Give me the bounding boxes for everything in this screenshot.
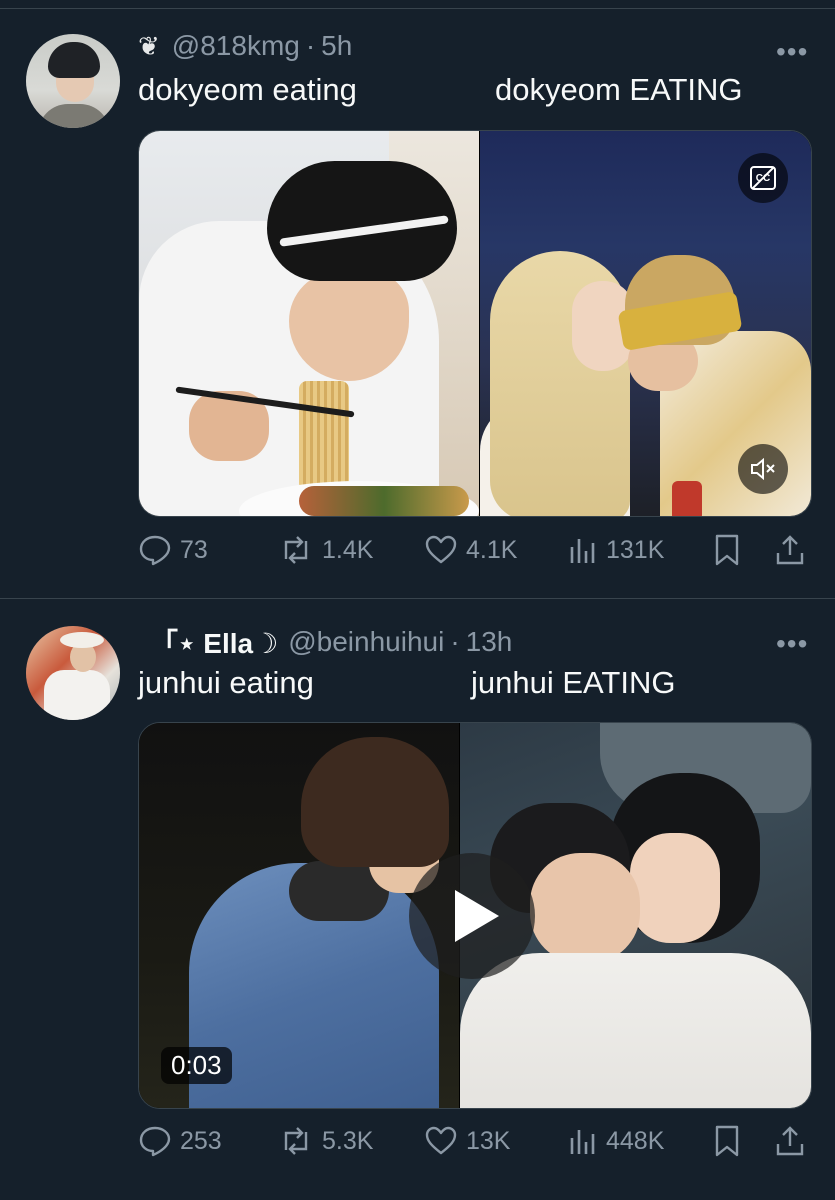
share-button[interactable] xyxy=(774,533,806,567)
tweet-caption-left: junhui eating xyxy=(138,665,314,700)
separator-dot: · xyxy=(450,626,460,657)
repost-button[interactable]: 5.3K xyxy=(278,1124,373,1158)
volume-mute-icon[interactable] xyxy=(738,444,788,494)
views-icon xyxy=(570,539,595,563)
like-count: 4.1K xyxy=(466,535,518,564)
bookmark-icon xyxy=(715,1125,739,1157)
view-count: 448K xyxy=(606,1126,665,1155)
reply-icon xyxy=(139,1126,171,1157)
heart-icon xyxy=(425,535,457,564)
reply-icon xyxy=(139,535,171,566)
reply-button[interactable]: 253 xyxy=(138,1124,222,1158)
tweet-time[interactable]: 13h xyxy=(466,626,513,658)
top-border xyxy=(0,0,835,9)
tweet-actions: 73 1.4K 4.1K 131K xyxy=(138,533,810,573)
play-button[interactable] xyxy=(409,853,535,979)
views-button[interactable]: 448K xyxy=(568,1124,664,1158)
repost-count: 1.4K xyxy=(322,535,374,564)
tweet-header: 「⋆ Ella☽ @beinhuihui · 13h xyxy=(150,622,512,662)
avatar[interactable] xyxy=(26,626,120,720)
tweet-actions: 253 5.3K 13K 448K xyxy=(138,1124,810,1164)
share-button[interactable] xyxy=(774,1124,806,1158)
more-options-button[interactable]: ••• xyxy=(776,36,808,68)
user-handle[interactable]: @beinhuihui xyxy=(288,626,444,658)
views-icon xyxy=(570,1130,595,1154)
share-icon xyxy=(776,1126,804,1156)
like-count: 13K xyxy=(466,1126,511,1155)
user-handle[interactable]: @818kmg xyxy=(172,30,300,62)
user-emoji: ❦ xyxy=(138,30,160,61)
avatar[interactable] xyxy=(26,34,120,128)
share-icon xyxy=(776,535,804,565)
tweet-caption-right: dokyeom EATING xyxy=(495,72,743,107)
media-image-left[interactable] xyxy=(139,131,479,516)
repost-icon xyxy=(284,536,308,564)
tweet-header: ❦ @818kmg · 5h xyxy=(138,30,352,62)
reply-count: 253 xyxy=(180,1126,222,1155)
video-duration: 0:03 xyxy=(161,1047,232,1084)
bookmark-button[interactable] xyxy=(713,533,741,567)
repost-button[interactable]: 1.4K xyxy=(278,533,373,567)
like-button[interactable]: 13K xyxy=(424,1124,510,1158)
captions-off-icon[interactable]: CC xyxy=(738,153,788,203)
view-count: 131K xyxy=(606,535,665,564)
views-button[interactable]: 131K xyxy=(568,533,664,567)
display-name[interactable]: 「⋆ Ella☽ xyxy=(150,622,278,662)
bookmark-icon xyxy=(715,534,739,566)
repost-icon xyxy=(284,1127,308,1155)
heart-icon xyxy=(425,1126,457,1155)
like-button[interactable]: 4.1K xyxy=(424,533,517,567)
tweet-divider xyxy=(0,598,835,599)
bookmark-button[interactable] xyxy=(713,1124,741,1158)
media-grid[interactable]: CC xyxy=(138,130,812,517)
more-options-button[interactable]: ••• xyxy=(776,628,808,660)
tweet-caption-left: dokyeom eating xyxy=(138,72,357,107)
tweet-time[interactable]: 5h xyxy=(321,30,352,62)
media-video[interactable]: 0:03 xyxy=(138,722,812,1109)
reply-button[interactable]: 73 xyxy=(138,533,208,567)
reply-count: 73 xyxy=(180,535,208,564)
play-icon xyxy=(455,890,499,942)
separator-dot: · xyxy=(305,30,316,61)
media-video-right[interactable]: CC xyxy=(480,131,811,516)
tweet-caption-right: junhui EATING xyxy=(471,665,676,700)
repost-count: 5.3K xyxy=(322,1126,374,1155)
